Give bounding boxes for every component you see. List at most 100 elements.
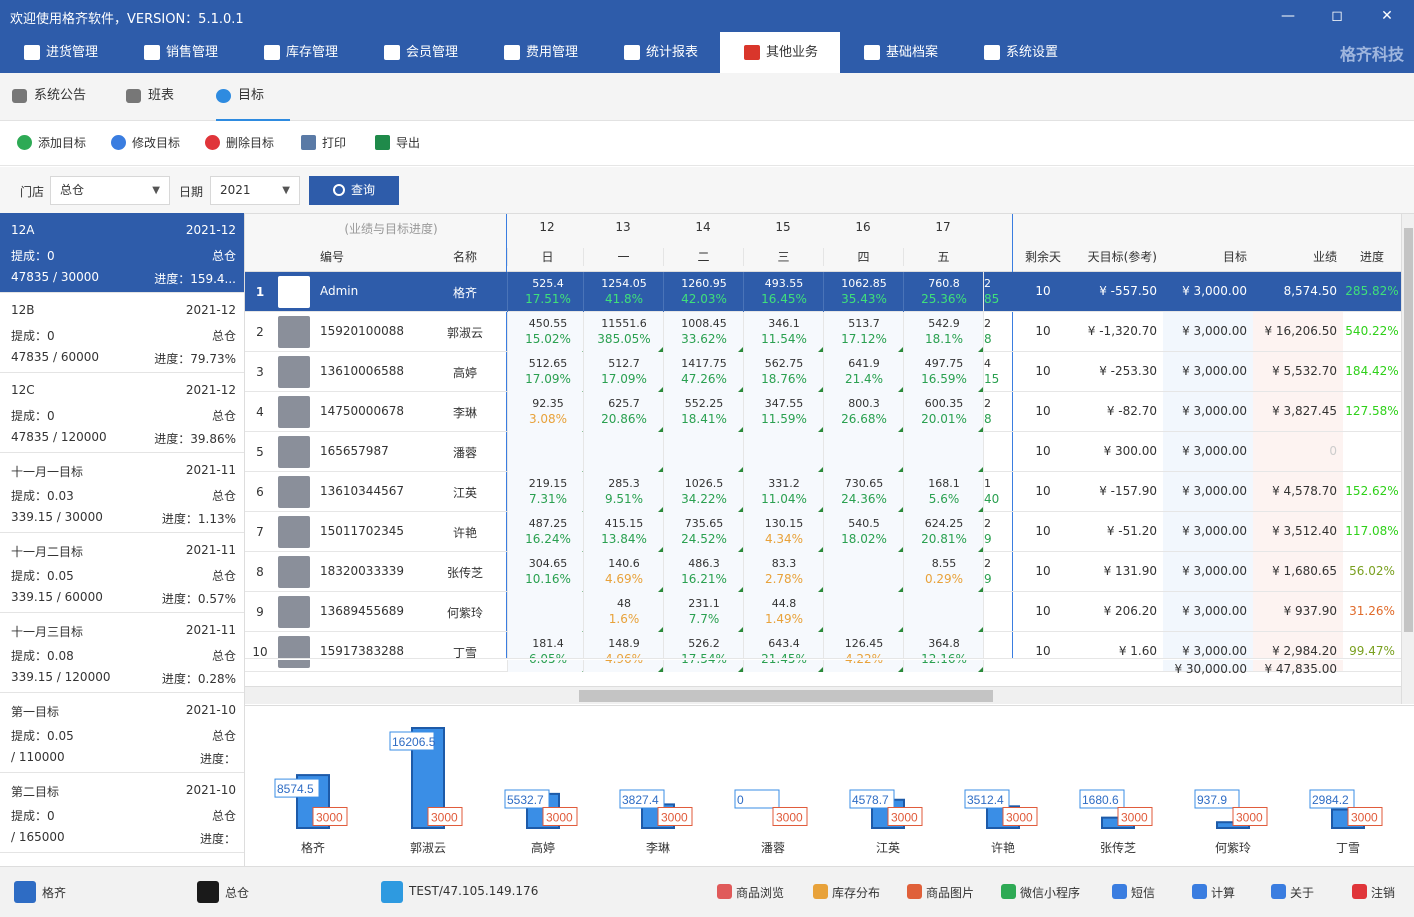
store-select[interactable]: 总仓 ▼ <box>50 176 170 205</box>
target-card[interactable]: 十一月二目标 2021-11 提成：0.05 总仓 339.15 / 60000 进度：0… <box>0 533 244 613</box>
day-cell[interactable] <box>903 432 983 472</box>
day-cell[interactable]: 364.812.16% <box>903 632 983 672</box>
nav-item-7[interactable]: 基础档案 <box>840 32 960 73</box>
day-cell[interactable]: 1008.45 33.62% <box>663 312 743 352</box>
subtab-0[interactable]: 系统公告 <box>12 73 122 121</box>
day-cell[interactable]: 181.46.05% <box>507 632 587 672</box>
day-cell[interactable]: 331.2 11.04% <box>743 472 823 512</box>
day-cell[interactable]: 497.75 16.59% <box>903 352 983 392</box>
table-row[interactable]: 8 18320033339 张传芝 304.65 10.16% 140.6 4.69% 486… <box>245 552 1401 592</box>
target-card[interactable]: 十一月三目标 2021-11 提成：0.08 总仓 339.15 / 120000 进度：… <box>0 613 244 693</box>
status-link-3[interactable]: 微信小程序 <box>1001 884 1080 901</box>
day-cell[interactable]: 346.1 11.54% <box>743 312 823 352</box>
day-cell[interactable]: 219.15 7.31% <box>507 472 587 512</box>
close-icon[interactable]: ✕ <box>1377 6 1397 26</box>
day-cell[interactable]: 48 1.6% <box>583 592 663 632</box>
day-cell[interactable]: 486.3 16.21% <box>663 552 743 592</box>
day-cell[interactable]: 304.65 10.16% <box>507 552 587 592</box>
table-row[interactable]: 4 14750000678 李琳 92.35 3.08% 625.7 20.86% 552.2… <box>245 392 1401 432</box>
day-cell[interactable]: 800.3 26.68% <box>823 392 903 432</box>
day-cell[interactable]: 450.55 15.02% <box>507 312 587 352</box>
day-cell[interactable] <box>823 552 903 592</box>
nav-item-3[interactable]: 会员管理 <box>360 32 480 73</box>
subtab-2[interactable]: 目标 <box>216 73 290 121</box>
day-cell[interactable]: 11551.6 385.05% <box>583 312 663 352</box>
day-cell[interactable]: 1026.5 34.22% <box>663 472 743 512</box>
day-cell[interactable]: 552.25 18.41% <box>663 392 743 432</box>
day-cell[interactable] <box>823 592 903 632</box>
status-link-1[interactable]: 库存分布 <box>813 884 880 901</box>
toolbar-button-0[interactable]: 添加目标 <box>17 135 86 151</box>
day-cell[interactable] <box>583 432 663 472</box>
day-cell[interactable]: 1254.05 41.8% <box>583 272 663 312</box>
table-row[interactable]: 9 13689455689 何紫玲 48 1.6% 231.1 7.7% 44.8 1.49% 1… <box>245 592 1401 632</box>
target-card[interactable]: 12C 2021-12 提成：0 总仓 47835 / 120000 进度：39.86% <box>0 373 244 453</box>
table-row[interactable]: 5 165657987 潘蓉 10 ¥ 300.00 ¥ 3,000.00 0 <box>245 432 1401 472</box>
nav-item-6[interactable]: 其他业务 <box>720 32 840 73</box>
day-cell[interactable]: 540.5 18.02% <box>823 512 903 552</box>
day-cell[interactable] <box>507 432 587 472</box>
day-cell[interactable]: 44.8 1.49% <box>743 592 823 632</box>
minimize-icon[interactable]: — <box>1278 6 1298 26</box>
nav-item-5[interactable]: 统计报表 <box>600 32 720 73</box>
day-cell[interactable] <box>743 432 823 472</box>
day-cell[interactable]: 347.55 11.59% <box>743 392 823 432</box>
day-cell[interactable]: 512.65 17.09% <box>507 352 587 392</box>
day-cell[interactable]: 735.65 24.52% <box>663 512 743 552</box>
day-cell[interactable]: 562.75 18.76% <box>743 352 823 392</box>
table-row[interactable]: 6 13610344567 江英 219.15 7.31% 285.3 9.51% 1026.… <box>245 472 1401 512</box>
day-cell[interactable]: 730.65 24.36% <box>823 472 903 512</box>
day-cell[interactable]: 1260.95 42.03% <box>663 272 743 312</box>
day-cell[interactable]: 760.8 25.36% <box>903 272 983 312</box>
toolbar-button-1[interactable]: 修改目标 <box>111 135 180 151</box>
toolbar-button-3[interactable]: 打印 <box>301 135 346 151</box>
day-cell[interactable]: 126.454.22% <box>823 632 903 672</box>
target-card[interactable]: 12A 2021-12 提成：0 总仓 47835 / 30000 进度：159.4... <box>0 213 244 293</box>
day-cell[interactable]: 643.421.45% <box>743 632 823 672</box>
status-link-2[interactable]: 商品图片 <box>907 884 974 901</box>
day-cell[interactable]: 625.7 20.86% <box>583 392 663 432</box>
day-cell[interactable]: 140.6 4.69% <box>583 552 663 592</box>
day-cell[interactable]: 83.3 2.78% <box>743 552 823 592</box>
nav-item-8[interactable]: 系统设置 <box>960 32 1080 73</box>
day-cell[interactable]: 231.1 7.7% <box>663 592 743 632</box>
day-cell[interactable]: 148.94.96% <box>583 632 663 672</box>
day-cell[interactable]: 415.15 13.84% <box>583 512 663 552</box>
target-card[interactable]: 12B 2021-12 提成：0 总仓 47835 / 60000 进度：79.73% <box>0 293 244 373</box>
day-cell[interactable]: 493.55 16.45% <box>743 272 823 312</box>
nav-item-1[interactable]: 销售管理 <box>120 32 240 73</box>
subtab-1[interactable]: 班表 <box>126 73 200 121</box>
maximize-icon[interactable]: ◻ <box>1327 6 1347 26</box>
target-card[interactable]: 第二目标 2021-10 提成：0 总仓 / 165000 进度： <box>0 773 244 853</box>
nav-item-2[interactable]: 库存管理 <box>240 32 360 73</box>
target-card[interactable]: 十一月一目标 2021-11 提成：0.03 总仓 339.15 / 30000 进度：1… <box>0 453 244 533</box>
day-cell[interactable]: 1417.75 47.26% <box>663 352 743 392</box>
table-row[interactable]: 2 15920100088 郭淑云 450.55 15.02% 11551.6 385.05… <box>245 312 1401 352</box>
query-button[interactable]: 查询 <box>309 176 399 205</box>
day-cell[interactable]: 542.9 18.1% <box>903 312 983 352</box>
table-row[interactable]: 3 13610006588 高婷 512.65 17.09% 512.7 17.09% 141… <box>245 352 1401 392</box>
vertical-scrollbar[interactable] <box>1401 214 1414 704</box>
day-cell[interactable]: 130.15 4.34% <box>743 512 823 552</box>
nav-item-4[interactable]: 费用管理 <box>480 32 600 73</box>
scrollbar-thumb[interactable] <box>1404 228 1413 632</box>
day-cell[interactable]: 512.7 17.09% <box>583 352 663 392</box>
day-cell[interactable]: 513.7 17.12% <box>823 312 903 352</box>
day-cell[interactable]: 487.25 16.24% <box>507 512 587 552</box>
day-cell[interactable] <box>663 432 743 472</box>
toolbar-button-4[interactable]: 导出 <box>375 135 420 151</box>
target-card[interactable]: 第一目标 2021-10 提成：0.05 总仓 / 110000 进度： <box>0 693 244 773</box>
nav-item-0[interactable]: 进货管理 <box>0 32 120 73</box>
day-cell[interactable]: 624.25 20.81% <box>903 512 983 552</box>
day-cell[interactable]: 600.35 20.01% <box>903 392 983 432</box>
status-link-7[interactable]: 注销 <box>1352 884 1395 901</box>
table-row[interactable]: 1 Admin 格齐 525.4 17.51% 1254.05 41.8% 1260.95 42… <box>245 272 1401 312</box>
day-cell[interactable] <box>507 592 587 632</box>
day-cell[interactable]: 8.55 0.29% <box>903 552 983 592</box>
day-cell[interactable]: 526.217.54% <box>663 632 743 672</box>
status-link-4[interactable]: 短信 <box>1112 884 1155 901</box>
day-cell[interactable]: 525.4 17.51% <box>507 272 587 312</box>
day-cell[interactable]: 1062.85 35.43% <box>823 272 903 312</box>
day-cell[interactable] <box>903 592 983 632</box>
toolbar-button-2[interactable]: 删除目标 <box>205 135 274 151</box>
